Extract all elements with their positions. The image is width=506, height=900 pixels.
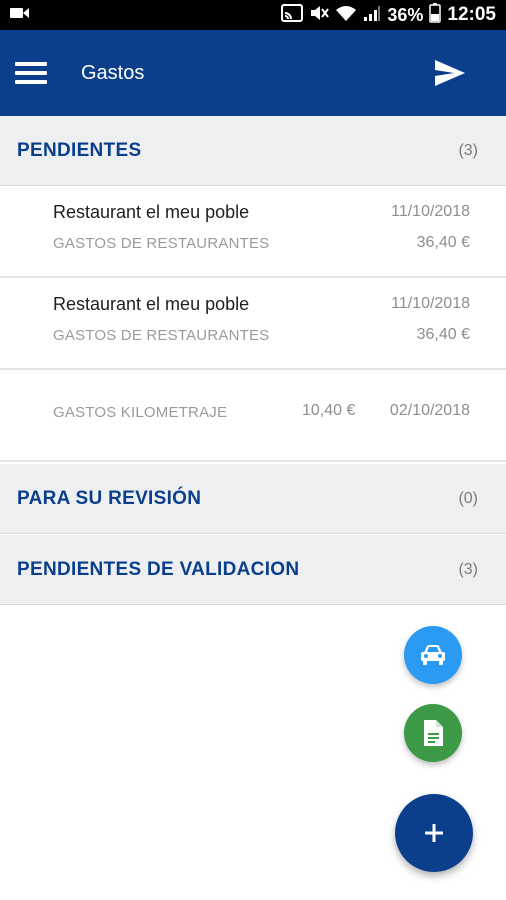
cast-icon <box>281 3 304 27</box>
expense-category: GASTOS KILOMETRAJE <box>53 404 228 421</box>
add-mileage-button[interactable] <box>404 626 462 684</box>
section-validacion[interactable]: PENDIENTES DE VALIDACION (3) <box>0 535 506 605</box>
menu-button[interactable] <box>0 30 62 116</box>
status-bar: 36% 12:05 <box>0 0 506 30</box>
wifi-icon <box>335 4 357 27</box>
battery-level: 36% <box>387 4 424 25</box>
expense-item[interactable]: GASTOS KILOMETRAJE 10,40 € 02/10/2018 <box>0 370 506 462</box>
section-title: PARA SU REVISIÓN <box>17 487 202 509</box>
add-document-button[interactable] <box>404 704 462 762</box>
menu-icon <box>15 57 47 89</box>
expense-amount: 36,40 € <box>416 326 470 343</box>
section-title: PENDIENTES DE VALIDACION <box>17 558 300 580</box>
section-count: (3) <box>458 141 478 159</box>
plus-icon <box>425 824 443 842</box>
status-time: 12:05 <box>447 4 496 25</box>
expense-name: Restaurant el meu poble <box>53 294 250 314</box>
send-button[interactable] <box>432 55 468 91</box>
expense-category: GASTOS DE RESTAURANTES <box>53 235 270 252</box>
section-revision[interactable]: PARA SU REVISIÓN (0) <box>0 464 506 534</box>
document-icon <box>424 720 443 746</box>
expense-date: 11/10/2018 <box>391 203 470 220</box>
expense-item[interactable]: Restaurant el meu poble 11/10/2018 GASTO… <box>0 186 506 278</box>
expense-item[interactable]: Restaurant el meu poble 11/10/2018 GASTO… <box>0 278 506 370</box>
signal-icon <box>363 4 381 27</box>
app-bar: Gastos <box>0 30 506 116</box>
add-expense-button[interactable] <box>395 794 473 872</box>
battery-icon <box>429 2 442 28</box>
mute-icon <box>309 4 330 27</box>
expense-amount: 36,40 € <box>416 234 470 251</box>
section-count: (0) <box>458 489 478 507</box>
page-title: Gastos <box>81 61 145 84</box>
car-icon <box>421 645 445 665</box>
section-pendientes[interactable]: PENDIENTES (3) <box>0 116 506 186</box>
expense-name: Restaurant el meu poble <box>53 202 250 222</box>
video-camera-icon <box>10 6 30 25</box>
send-icon <box>435 60 465 86</box>
expense-date: 02/10/2018 <box>389 402 470 419</box>
expense-amount: 10,40 € <box>302 402 356 419</box>
section-count: (3) <box>458 560 478 578</box>
section-title: PENDIENTES <box>17 139 142 161</box>
expense-category: GASTOS DE RESTAURANTES <box>53 327 270 344</box>
expense-date: 11/10/2018 <box>391 295 470 312</box>
